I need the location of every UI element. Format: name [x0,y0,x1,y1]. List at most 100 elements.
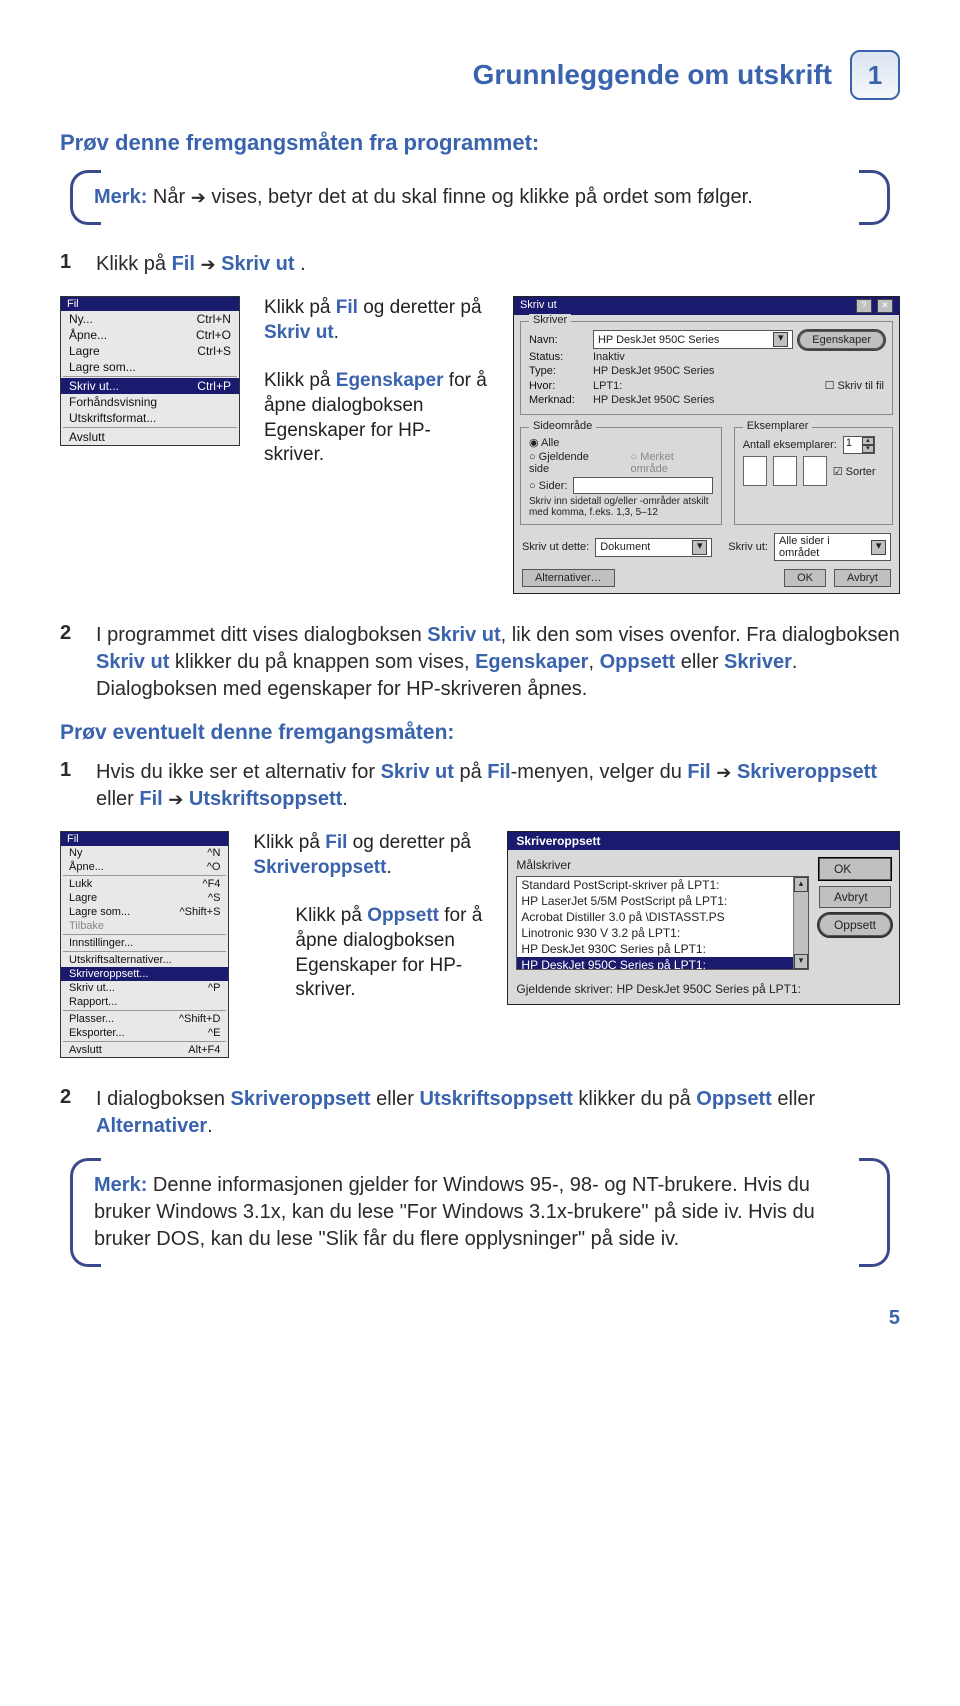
section-subtitle: Prøv denne fremgangsmåten fra programmet… [60,130,900,156]
chapter-number-badge: 1 [850,50,900,100]
note-box-1: Merk: Når ➔ vises, betyr det at du skal … [70,170,890,225]
scroll-up-icon[interactable]: ▴ [794,877,808,892]
menu-item[interactable]: Avslutt [61,429,239,445]
combo-skrivut[interactable]: Alle sider i området▾ [774,533,891,561]
bold-skriv-ut: Skriv ut [221,253,294,275]
label-status: Status: [529,351,587,363]
alt-step-1: 1 Hvis du ikke ser et alternativ for Skr… [60,759,900,813]
callout-column-2: Klikk på Fil og deretter på Skriveroppse… [253,831,483,1003]
spinner-up-icon[interactable]: ▴ [862,437,874,445]
menu-item[interactable]: Ny^N [61,846,228,860]
page-number: 5 [60,1307,900,1330]
dialog-titlebar: Skriv ut ? ✕ [514,297,899,315]
menu-item[interactable]: Lagre som... [61,359,239,375]
callout-oppsett: Klikk på Oppsett for å åpne dialogboksen… [295,904,483,1003]
label-merknad: Merknad: [529,394,587,406]
menu-item[interactable]: Innstillinger... [61,936,228,950]
radio-alle[interactable]: Alle [529,436,559,449]
printer-list[interactable]: Standard PostScript-skriver på LPT1:HP L… [516,876,809,970]
value-hvor: LPT1: [593,380,622,392]
group-eksemplarer: Eksemplarer Antall eksemplarer: 1▴▾ Sort… [734,427,893,525]
note-text-a: Når [153,186,191,208]
menu-item[interactable]: AvsluttAlt+F4 [61,1043,228,1057]
menu-item[interactable]: Plasser...^Shift+D [61,1012,228,1026]
menu-title: Fil [61,297,239,311]
step-1: 1 Klikk på Fil ➔ Skriv ut . [60,251,900,278]
pages-hint: Skriv inn sidetall og/eller -områder ats… [529,496,713,518]
step-2: 2 I programmet ditt vises dialogboksen S… [60,622,900,703]
scroll-down-icon[interactable]: ▾ [794,954,808,969]
avbryt-button[interactable]: Avbryt [819,886,891,908]
alt-step1-text: Hvis du ikke ser et alternativ for Skriv… [96,759,900,813]
pages-input[interactable] [573,477,712,494]
list-item[interactable]: Linotronic 930 V 3.2 på LPT1: [517,925,808,941]
menu-item[interactable]: Åpne...^O [61,860,228,874]
menu-item[interactable]: Utskriftsalternativer... [61,953,228,967]
menu-item[interactable]: Åpne...Ctrl+O [61,327,239,343]
menu-item[interactable]: Skriv ut...^P [61,981,228,995]
chevron-down-icon: ▾ [773,332,788,347]
step-number: 2 [60,1086,78,1140]
menu-item[interactable]: Forhåndsvisning [61,394,239,410]
menu-item[interactable]: Utskriftsformat... [61,410,239,426]
menu-item[interactable]: Rapport... [61,995,228,1009]
dot: . [300,253,306,275]
value-status: Inaktiv [593,351,625,363]
combo-dette[interactable]: Dokument▾ [595,538,712,557]
spinner-down-icon[interactable]: ▾ [862,445,874,453]
file-menu-screenshot-2: Fil Ny^NÅpne...^OLukk^F4Lagre^SLagre som… [60,831,229,1058]
chevron-down-icon: ▾ [692,540,707,555]
copies-spinner[interactable]: 1▴▾ [843,436,875,454]
callout-fil-skrivut: Klikk på Fil og deretter på Skriv ut. [264,296,489,345]
current-printer-status: Gjeldende skriver: HP DeskJet 950C Serie… [508,978,899,1004]
list-item[interactable]: HP DeskJet 930C Series på LPT1: [517,941,808,957]
label-skrivut: Skriv ut: [728,541,768,553]
list-item[interactable]: Standard PostScript-skriver på LPT1: [517,877,808,893]
chapter-header: Grunnleggende om utskrift 1 [60,50,900,100]
list-item[interactable]: HP LaserJet 5/5M PostScript på LPT1: [517,893,808,909]
radio-sider[interactable]: Sider: [529,480,567,492]
menu-item[interactable]: Lukk^F4 [61,877,228,891]
alt-step-2: 2 I dialogboksen Skriveroppsett eller Ut… [60,1086,900,1140]
callout-egenskaper: Klikk på Egenskaper for å åpne dialogbok… [264,369,489,468]
file-menu-screenshot: Fil Ny...Ctrl+NÅpne...Ctrl+OLagreCtrl+SL… [60,296,240,446]
alt-step2-text: I dialogboksen Skriveroppsett eller Utsk… [96,1086,900,1140]
avbryt-button[interactable]: Avbryt [834,569,891,587]
radio-merket: Merket område [631,451,713,475]
print-dialog-screenshot: Skriv ut ? ✕ Skriver Navn: HP DeskJet 95… [513,296,900,594]
scrollbar[interactable]: ▴▾ [793,877,808,969]
label-type: Type: [529,365,587,377]
figure-row-1: Fil Ny...Ctrl+NÅpne...Ctrl+OLagreCtrl+SL… [60,296,900,594]
step1-text: Klikk på [96,253,172,275]
alternativer-button[interactable]: Alternativer… [522,569,615,587]
note-label: Merk: [94,186,147,208]
list-item[interactable]: Acrobat Distiller 3.0 på \DISTASST.PS [517,909,808,925]
menu-item[interactable]: Ny...Ctrl+N [61,311,239,327]
ok-button[interactable]: OK [819,858,891,880]
radio-gjeldende[interactable]: Gjeldende side [529,451,611,475]
label-antall: Antall eksemplarer: [743,439,837,451]
arrow-icon: ➔ [201,255,216,275]
group-skriver: Skriver Navn: HP DeskJet 950C Series ▾ E… [520,321,893,415]
menu-item[interactable]: Skriveroppsett... [61,967,228,981]
chk-sorter[interactable]: Sorter [833,465,876,478]
dialog-title: Skriveroppsett [508,832,899,850]
menu-item[interactable]: Lagre^S [61,891,228,905]
help-icon: ? [856,299,872,313]
menu-item[interactable]: Lagre som...^Shift+S [61,905,228,919]
menu-item[interactable]: Skriv ut...Ctrl+P [61,378,239,394]
printer-combo[interactable]: HP DeskJet 950C Series ▾ [593,330,793,349]
list-item[interactable]: HP DeskJet 950C Series på LPT1: [517,957,808,970]
group-sideomrade: Sideområde Alle Gjeldende side Merket om… [520,427,722,525]
menu-item[interactable]: LagreCtrl+S [61,343,239,359]
group-title-skriver: Skriver [529,314,571,326]
oppsett-button[interactable]: Oppsett [819,914,891,936]
chk-skriv-til-fil[interactable]: Skriv til fil [825,379,884,392]
ok-button[interactable]: OK [784,569,826,587]
arrow-icon: ➔ [168,790,183,810]
menu-item[interactable]: Eksporter...^E [61,1026,228,1040]
egenskaper-button[interactable]: Egenskaper [799,331,884,349]
bold-fil: Fil [172,253,195,275]
step2-text: I programmet ditt vises dialogboksen Skr… [96,622,900,703]
copies-value: 1 [844,437,862,453]
